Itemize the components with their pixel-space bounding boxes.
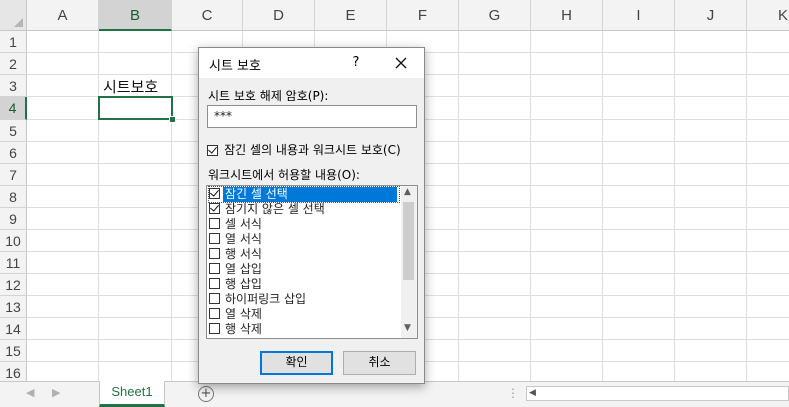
sheet-tab-sheet1[interactable]: Sheet1 (99, 381, 165, 407)
grid-col-line (530, 31, 531, 381)
permission-checkbox[interactable] (209, 263, 220, 274)
permissions-list[interactable]: 잠긴 셀 선택 잠기지 않은 셀 선택 셀 서식 열 서식 행 서식 열 삽입 행 삽입 하이… (206, 185, 418, 339)
grid-col-line (98, 31, 99, 381)
scroll-tabs-left-icon[interactable]: ◀ (26, 386, 34, 399)
scroll-left-icon[interactable]: ◀ (529, 387, 536, 400)
column-header-d[interactable]: D (243, 0, 315, 31)
grid-col-line (171, 31, 172, 381)
cell-b3[interactable]: 시트보호 (103, 76, 158, 97)
permission-checkbox[interactable] (209, 248, 220, 259)
column-header-k[interactable]: K (747, 0, 789, 31)
allow-label: 워크시트에서 허용할 내용(O): (208, 168, 360, 182)
add-sheet-icon[interactable]: + (198, 386, 214, 402)
scroll-down-icon[interactable]: ▼ (404, 323, 411, 333)
active-cell-b4[interactable] (98, 96, 173, 120)
grid-col-line (746, 31, 747, 381)
scroll-tabs-right-icon[interactable]: ▶ (52, 386, 60, 399)
row-header-8[interactable]: 8 (0, 186, 27, 208)
password-field[interactable]: *** (207, 105, 417, 128)
dialog-title: 시트 보호 (209, 59, 261, 74)
permission-item[interactable]: 행 서식 (209, 247, 399, 262)
permission-item[interactable]: 열 서식 (209, 232, 399, 247)
list-scrollbar[interactable]: ▲ ▼ (401, 186, 417, 338)
permission-item[interactable]: 행 삽입 (209, 277, 399, 292)
permission-checkbox[interactable] (209, 278, 220, 289)
row-header-9[interactable]: 9 (0, 208, 27, 230)
column-header-e[interactable]: E (315, 0, 387, 31)
row-header-3[interactable]: 3 (0, 75, 27, 97)
row-header-13[interactable]: 13 (0, 296, 27, 318)
row-header-14[interactable]: 14 (0, 318, 27, 340)
permission-label: 열 삭제 (225, 307, 262, 321)
cancel-button[interactable]: 취소 (343, 351, 416, 375)
permission-label: 행 삽입 (225, 277, 262, 291)
permission-checkbox[interactable] (209, 293, 220, 304)
permission-label: 열 서식 (225, 232, 262, 246)
scroll-up-icon[interactable]: ▲ (404, 187, 411, 197)
permission-checkbox[interactable] (209, 218, 220, 229)
scroll-thumb[interactable] (403, 202, 414, 280)
column-header-j[interactable]: J (675, 0, 747, 31)
permission-label: 열 삽입 (225, 262, 262, 276)
column-header-c[interactable]: C (172, 0, 243, 31)
column-header-a[interactable]: A (27, 0, 99, 31)
row-header-16[interactable]: 16 (0, 362, 27, 381)
protect-contents-checkbox[interactable]: 잠긴 셀의 내용과 워크시트 보호(C) (207, 141, 401, 158)
close-icon[interactable] (390, 52, 412, 74)
permission-checkbox[interactable] (209, 323, 220, 334)
permission-item[interactable]: 셀 서식 (209, 217, 399, 232)
help-button[interactable]: ? (347, 53, 365, 73)
permission-label: 행 삭제 (225, 322, 262, 336)
column-header-h[interactable]: H (531, 0, 603, 31)
column-header-f[interactable]: F (387, 0, 459, 31)
horizontal-scrollbar[interactable]: ◀ (526, 386, 789, 401)
column-header-g[interactable]: G (459, 0, 531, 31)
permission-label: 셀 서식 (225, 217, 262, 231)
password-label: 시트 보호 해제 암호(P): (208, 89, 329, 103)
permission-checkbox[interactable] (209, 308, 220, 319)
row-header-2[interactable]: 2 (0, 53, 27, 75)
row-header-6[interactable]: 6 (0, 142, 27, 164)
split-handle-icon[interactable]: ⋮ (507, 386, 519, 400)
protect-sheet-dialog: 시트 보호 ? 시트 보호 해제 암호(P): *** 잠긴 셀의 내용과 워크… (198, 47, 425, 384)
permission-checkbox[interactable] (209, 203, 220, 214)
dialog-titlebar[interactable]: 시트 보호 ? (199, 48, 424, 78)
permission-checkbox[interactable] (209, 233, 220, 244)
permission-label: 행 서식 (225, 247, 262, 261)
row-header-4[interactable]: 4 (0, 97, 27, 120)
permission-item[interactable]: 하이퍼링크 삽입 (209, 292, 399, 307)
select-all-icon (14, 18, 23, 27)
protect-contents-label: 잠긴 셀의 내용과 워크시트 보호(C) (224, 143, 401, 157)
grid-col-line (458, 31, 459, 381)
sheet-tab-bar: ◀ ▶ Sheet1 + ⋮ ◀ (0, 381, 789, 407)
permission-item[interactable]: 행 삭제 (209, 322, 399, 337)
protect-contents-check-icon[interactable] (207, 145, 218, 156)
permission-label: 잠긴 셀 선택 (223, 187, 397, 202)
select-all-corner[interactable] (0, 0, 27, 31)
permission-item[interactable]: 잠기지 않은 셀 선택 (209, 202, 399, 217)
row-header-15[interactable]: 15 (0, 340, 27, 362)
row-header-1[interactable]: 1 (0, 31, 27, 53)
permission-item[interactable]: 열 삭제 (209, 307, 399, 322)
permission-item[interactable]: 열 삽입 (209, 262, 399, 277)
permission-label: 잠기지 않은 셀 선택 (225, 202, 325, 216)
grid-col-line (602, 31, 603, 381)
permission-checkbox[interactable] (209, 188, 220, 199)
column-header-i[interactable]: I (603, 0, 675, 31)
grid-col-line (674, 31, 675, 381)
row-header-5[interactable]: 5 (0, 120, 27, 142)
fill-handle[interactable] (169, 116, 176, 123)
permission-item[interactable]: 잠긴 셀 선택 (208, 186, 400, 203)
permission-label: 하이퍼링크 삽입 (225, 292, 307, 306)
row-header-7[interactable]: 7 (0, 164, 27, 186)
row-header-12[interactable]: 12 (0, 274, 27, 296)
ok-button[interactable]: 확인 (260, 351, 333, 375)
row-header-11[interactable]: 11 (0, 252, 27, 274)
row-header-10[interactable]: 10 (0, 230, 27, 252)
column-header-b[interactable]: B (99, 0, 172, 31)
